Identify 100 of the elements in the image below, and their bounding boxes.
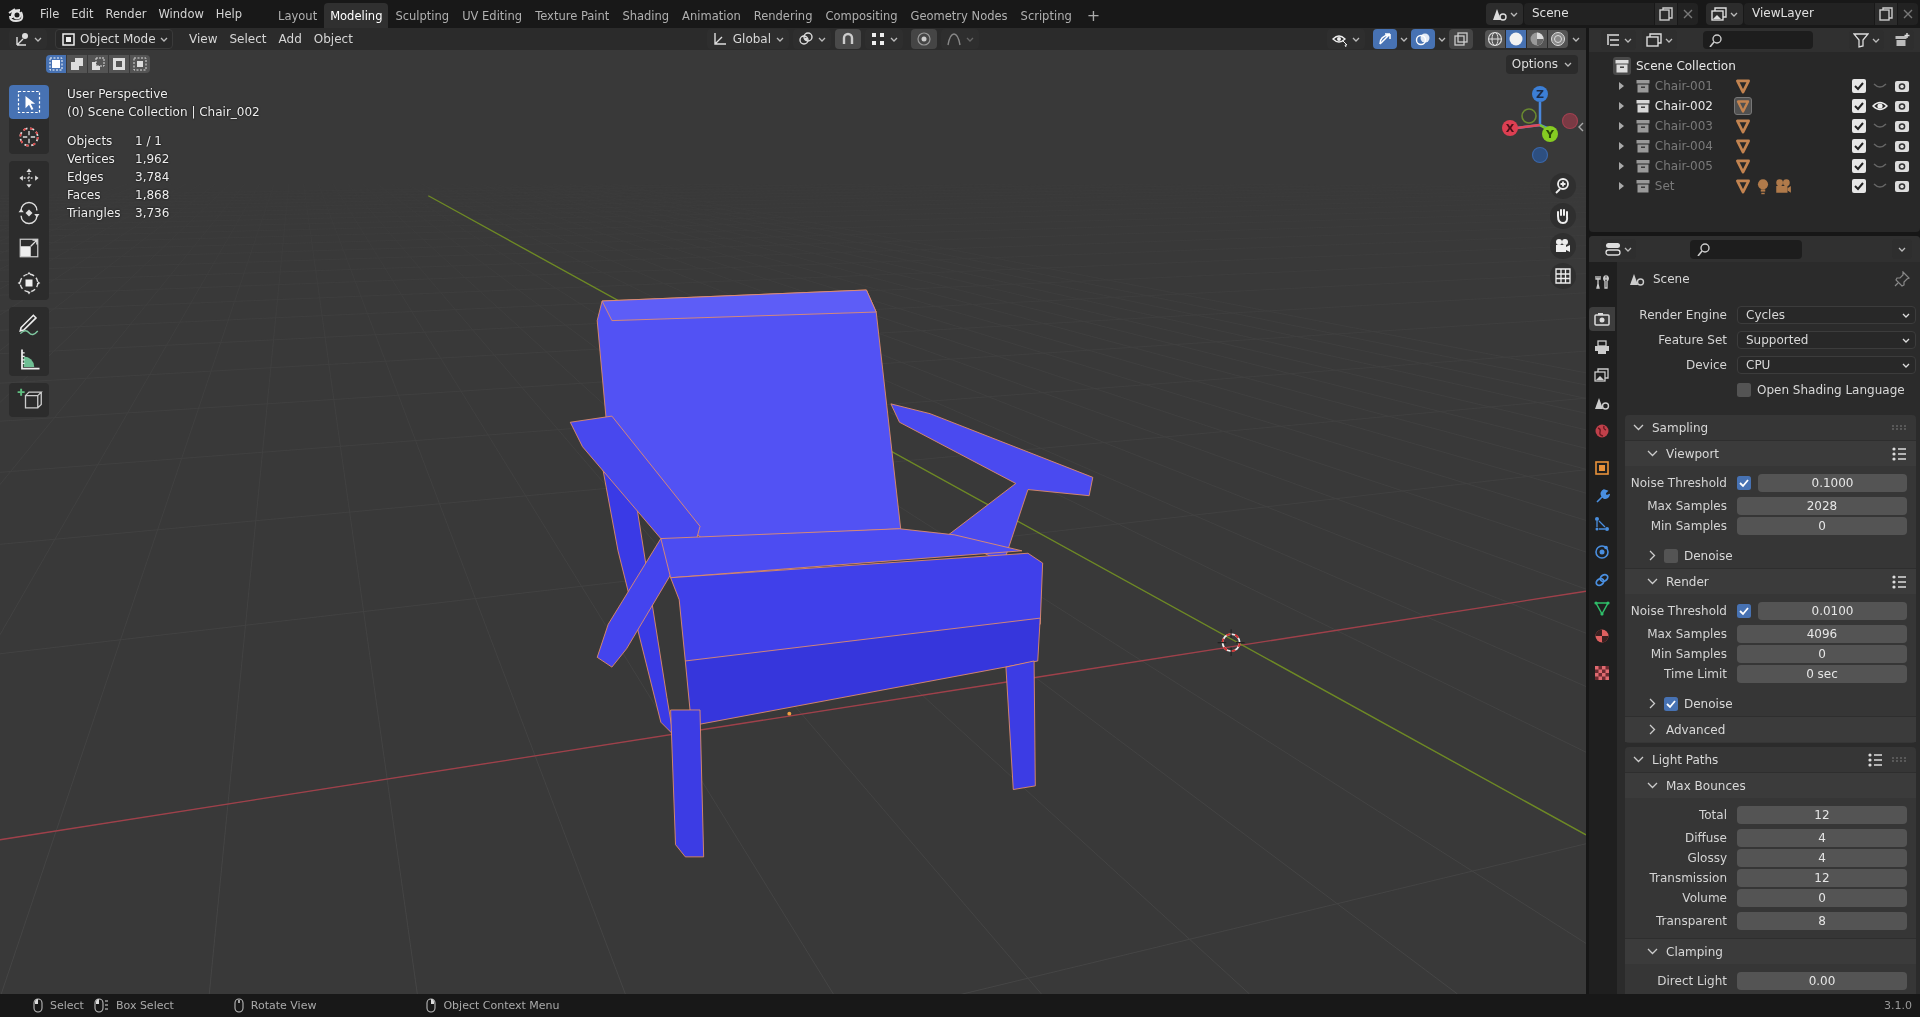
chevron-right-icon[interactable] [1647,698,1658,709]
panel-header[interactable]: Light Paths [1625,747,1916,772]
selection-mode-button[interactable] [109,55,129,73]
menu-item[interactable]: File [34,4,66,24]
pin-icon[interactable] [1894,271,1910,287]
options-dropdown[interactable]: Options [1505,54,1578,74]
gizmo-toggle[interactable] [1373,29,1397,49]
workspace-tab[interactable]: Scripting [1014,3,1078,28]
tool-button[interactable] [9,85,49,119]
zoom-button[interactable] [1550,173,1576,199]
snap-toggle[interactable] [834,29,861,49]
render-camera-icon[interactable] [1894,118,1910,134]
number-field[interactable]: 0.00 [1737,972,1907,990]
dropdown[interactable]: CPU [1737,356,1916,374]
scene-selector-button[interactable] [1486,3,1523,25]
render-camera-icon[interactable] [1894,178,1910,194]
presets-list-icon[interactable] [1891,445,1907,462]
axis-handle[interactable] [1521,108,1537,124]
menu-item[interactable]: Help [209,4,249,24]
shading-mode-button[interactable] [1548,30,1568,48]
checkbox[interactable] [1852,79,1866,93]
checkbox[interactable] [1852,159,1866,173]
drag-handle-icon[interactable] [1891,424,1907,431]
dropdown[interactable]: Cycles [1737,306,1916,324]
selection-mode-button[interactable] [88,55,108,73]
checkbox[interactable] [1664,548,1678,563]
copy-icon[interactable] [1878,6,1894,22]
workspace-tab[interactable]: Modeling [324,3,389,28]
properties-tab[interactable] [1589,307,1615,331]
copy-icon[interactable] [1658,6,1674,22]
panel-header[interactable]: Sampling [1625,415,1916,440]
number-field[interactable]: 4 [1737,849,1907,867]
chevron-down-icon[interactable] [1647,946,1658,957]
shading-mode-button[interactable] [1506,30,1526,48]
number-field[interactable]: 12 [1737,869,1907,887]
number-field[interactable]: 12 [1737,806,1907,824]
checkbox[interactable] [1664,696,1678,711]
mesh-triangle-icon[interactable] [1733,77,1752,95]
axis-handle[interactable] [1531,146,1549,164]
menu-item[interactable]: Window [152,4,210,24]
panel-header[interactable]: Denoise [1625,543,1916,568]
presets-list-icon[interactable] [1867,751,1883,768]
render-camera-icon[interactable] [1894,78,1910,94]
presets-list-icon[interactable] [1891,573,1907,590]
checkbox[interactable] [1737,383,1751,397]
render-camera-icon[interactable] [1894,138,1910,154]
grid-button[interactable] [1550,263,1576,289]
axis-handle[interactable] [1561,112,1579,130]
workspace-tab[interactable]: Rendering [747,3,819,28]
collection-name[interactable]: Scene Collection [1636,59,1736,73]
shading-mode-button[interactable] [1527,30,1547,48]
camera-button[interactable] [1550,233,1576,259]
axis-handle[interactable]: Y [1542,126,1558,142]
proportional-edit-toggle[interactable] [910,29,937,49]
menu-item[interactable]: Add [272,30,308,48]
menu-item[interactable]: Edit [65,4,100,24]
dropdown[interactable]: Supported [1737,331,1916,349]
overlay-toggle[interactable] [1411,29,1435,49]
number-field[interactable]: 2028 [1737,497,1907,515]
checkbox[interactable] [1737,476,1751,490]
number-field[interactable]: 8 [1737,912,1907,930]
selection-mode-button[interactable] [130,55,150,73]
checkbox[interactable] [1852,139,1866,153]
checkbox[interactable] [1852,119,1866,133]
chevron-down-icon[interactable] [1633,754,1644,765]
axis-handle[interactable]: X [1502,120,1518,136]
mesh-triangle-icon[interactable] [1733,97,1752,115]
workspace-tab[interactable]: Layout [272,3,324,28]
workspace-tab[interactable]: Sculpting [389,3,456,28]
search-field[interactable] [1703,31,1813,49]
number-field[interactable]: 0 sec [1737,665,1907,683]
crosshair-icon[interactable] [1217,628,1246,657]
search-field[interactable] [1690,239,1802,259]
panel-header[interactable]: Render [1625,569,1916,594]
chevron-down-icon[interactable] [1633,422,1644,433]
blender-logo-icon[interactable] [7,5,25,23]
number-field[interactable]: 0 [1737,517,1907,535]
checkbox[interactable] [1852,99,1866,113]
mode-dropdown[interactable]: Object Mode [55,29,173,49]
chevron-right-icon[interactable] [1647,550,1658,561]
checkbox[interactable] [1852,179,1866,193]
workspace-tab[interactable]: Animation [676,3,747,28]
selection-mode-button[interactable] [67,55,87,73]
menu-item[interactable]: Render [99,4,153,24]
mesh-triangle-icon[interactable] [1733,177,1752,195]
number-field[interactable]: 4 [1737,829,1907,847]
checkbox-label[interactable]: Open Shading Language [1757,383,1905,397]
workspace-tab[interactable]: Texture Paint [529,3,616,28]
render-camera-icon[interactable] [1894,158,1910,174]
workspace-tab[interactable]: Geometry Nodes [904,3,1014,28]
mesh-triangle-icon[interactable] [1733,157,1752,175]
hand-button[interactable] [1550,203,1576,229]
panel-header[interactable]: Advanced [1625,717,1916,742]
movie-camera-icon[interactable] [1773,177,1792,195]
menu-item[interactable]: Select [223,30,273,48]
panel-header[interactable]: Viewport [1625,441,1916,466]
add-workspace-button[interactable]: + [1078,3,1109,28]
shading-mode-button[interactable] [1485,30,1505,48]
chevron-down-icon[interactable] [1647,448,1658,459]
navigation-gizmo[interactable]: Z X Y [1497,83,1583,171]
